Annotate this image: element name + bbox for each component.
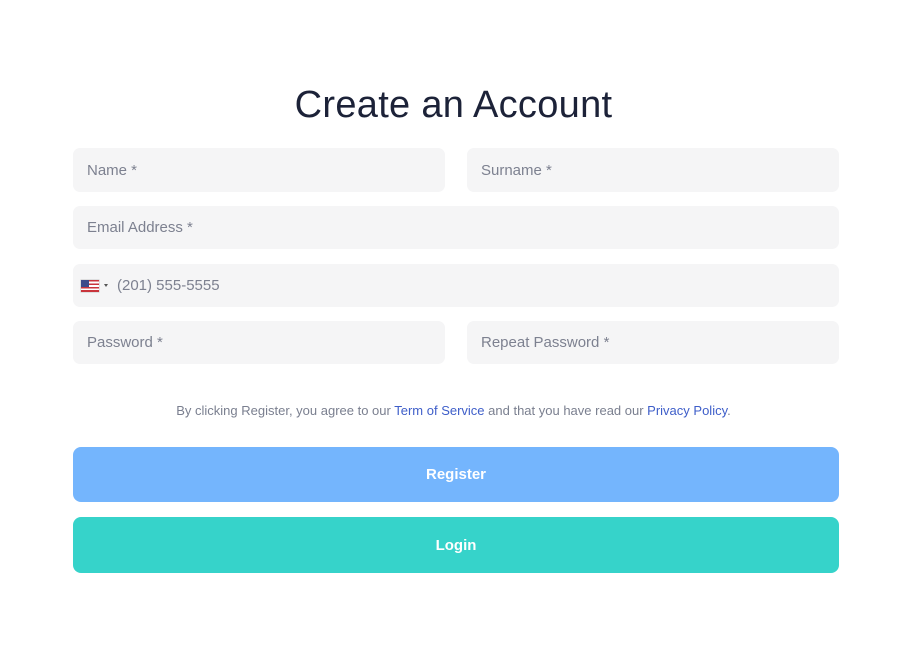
phone-field-wrapper — [73, 264, 839, 307]
privacy-policy-link[interactable]: Privacy Policy — [647, 403, 727, 418]
surname-input[interactable] — [467, 148, 839, 192]
country-code-select[interactable] — [73, 264, 108, 307]
password-field-wrapper — [73, 321, 445, 364]
name-input[interactable] — [73, 148, 445, 192]
surname-field-wrapper — [467, 148, 839, 192]
login-button[interactable]: Login — [73, 517, 839, 573]
email-input[interactable] — [73, 206, 839, 249]
repeat-password-input[interactable] — [467, 321, 839, 364]
repeat-password-field-wrapper — [467, 321, 839, 364]
terms-suffix: . — [727, 403, 731, 418]
register-page: Create an Account By clicking Register, … — [0, 0, 907, 657]
page-title: Create an Account — [294, 84, 613, 126]
terms-notice: By clicking Register, you agree to our T… — [0, 403, 907, 418]
phone-input[interactable] — [108, 264, 839, 307]
register-button[interactable]: Register — [73, 447, 839, 502]
password-input[interactable] — [73, 321, 445, 364]
terms-middle: and that you have read our — [484, 403, 648, 418]
email-field-wrapper — [73, 206, 839, 249]
terms-prefix: By clicking Register, you agree to our — [176, 403, 395, 418]
name-field-wrapper — [73, 148, 445, 192]
terms-of-service-link[interactable]: Term of Service — [394, 403, 484, 418]
us-flag-icon — [81, 279, 99, 292]
